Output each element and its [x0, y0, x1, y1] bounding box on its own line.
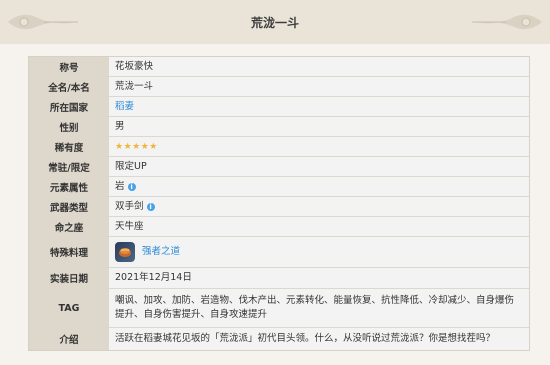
- nation-link[interactable]: 稻妻: [115, 100, 134, 114]
- row-value-banner: 限定UP: [115, 160, 147, 172]
- table-row: 特殊料理 强者之道: [29, 236, 529, 267]
- table-row: 全名/本名 荒泷一斗: [29, 76, 529, 96]
- table-row: 所在国家 稻妻: [29, 96, 529, 116]
- table-row: 实装日期 2021年12月14日: [29, 267, 529, 288]
- row-value-tag: 嘲讽、加攻、加防、岩造物、伐木产出、元素转化、能量恢复、抗性降低、冷却减少、自身…: [115, 295, 515, 320]
- dish-icon: [115, 242, 135, 262]
- row-value-intro: 活跃在稻妻城花见坂的「荒泷派」初代目头领。什么，从没听说过荒泷派？你是想找茬吗？: [115, 333, 496, 344]
- row-value-element: 岩 i: [109, 177, 529, 196]
- row-label-intro: 介绍: [29, 328, 109, 350]
- row-value-release-date: 2021年12月14日: [115, 272, 192, 283]
- info-icon[interactable]: i: [127, 182, 136, 191]
- rarity-stars: ★★★★★: [115, 141, 158, 152]
- row-value-constellation: 天牛座: [115, 220, 144, 232]
- table-row: 介绍 活跃在稻妻城花见坂的「荒泷派」初代目头领。什么，从没听说过荒泷派？你是想找…: [29, 327, 529, 350]
- dish-link[interactable]: 强者之道: [142, 245, 180, 259]
- weapon-text: 双手剑: [115, 200, 144, 212]
- row-value-rarity: ★★★★★: [109, 137, 529, 156]
- row-label-fullname: 全名/本名: [29, 77, 109, 96]
- row-label-rarity: 稀有度: [29, 137, 109, 156]
- row-label-weapon: 武器类型: [29, 197, 109, 216]
- table-row: 常驻/限定 限定UP: [29, 156, 529, 176]
- table-row: 命之座 天牛座: [29, 216, 529, 236]
- row-value-gender: 男: [115, 120, 125, 132]
- row-label-nation: 所在国家: [29, 97, 109, 116]
- row-label-banner: 常驻/限定: [29, 157, 109, 176]
- row-value-weapon: 双手剑 i: [109, 197, 529, 216]
- table-row: TAG 嘲讽、加攻、加防、岩造物、伐木产出、元素转化、能量恢复、抗性降低、冷却减…: [29, 288, 529, 327]
- info-icon[interactable]: i: [146, 202, 155, 211]
- table-row: 武器类型 双手剑 i: [29, 196, 529, 216]
- row-value-dish: 强者之道: [109, 237, 529, 267]
- row-value-fullname: 荒泷一斗: [115, 80, 154, 92]
- row-label-release-date: 实装日期: [29, 268, 109, 288]
- table-row: 元素属性 岩 i: [29, 176, 529, 196]
- element-text: 岩: [115, 180, 125, 192]
- page-header: 荒泷一斗: [0, 0, 550, 44]
- table-row: 稀有度 ★★★★★: [29, 136, 529, 156]
- row-label-constellation: 命之座: [29, 217, 109, 236]
- row-label-tag: TAG: [29, 289, 109, 327]
- row-label-dish: 特殊料理: [29, 237, 109, 267]
- row-label-gender: 性别: [29, 117, 109, 136]
- table-row: 称号 花坂豪快: [29, 57, 529, 76]
- profile-table: 称号 花坂豪快 全名/本名 荒泷一斗 所在国家 稻妻 性别 男 稀有度 ★★★★…: [28, 56, 530, 351]
- row-value-title: 花坂豪快: [115, 60, 154, 72]
- row-label-element: 元素属性: [29, 177, 109, 196]
- row-label-title: 称号: [29, 57, 109, 76]
- table-row: 性别 男: [29, 116, 529, 136]
- ornament-icon: [472, 14, 542, 30]
- row-value-nation: 稻妻: [109, 97, 529, 116]
